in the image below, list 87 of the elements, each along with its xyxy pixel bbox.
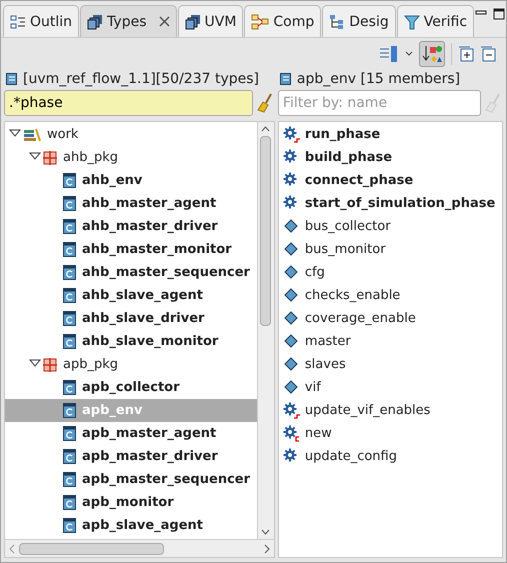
class-icon xyxy=(63,380,76,395)
gear-icon xyxy=(282,425,301,442)
document-icon xyxy=(6,73,17,85)
scroll-down-icon[interactable] xyxy=(260,527,272,537)
member-item[interactable]: build_phase xyxy=(278,146,502,169)
tree-item[interactable]: apb_master_agent xyxy=(5,422,257,445)
member-item[interactable]: slaves xyxy=(278,353,502,376)
tree-item[interactable]: apb_master_driver xyxy=(5,445,257,468)
sort-toggle-button[interactable] xyxy=(419,41,445,67)
tree-item[interactable]: ahb_env xyxy=(5,169,257,192)
minimize-icon[interactable] xyxy=(475,8,488,18)
maximize-icon[interactable] xyxy=(493,8,506,20)
document-icon xyxy=(280,73,291,85)
member-item[interactable]: run_phase xyxy=(278,123,502,146)
class-icon xyxy=(63,518,76,533)
member-item[interactable]: update_vif_enables xyxy=(278,399,502,422)
books-icon xyxy=(23,128,41,142)
vertical-scrollbar[interactable] xyxy=(256,122,274,539)
tree-item[interactable]: ahb_master_agent xyxy=(5,192,257,215)
tree-item[interactable]: apb_monitor xyxy=(5,491,257,514)
stacked-squares-icon xyxy=(184,14,200,30)
layout-icon[interactable] xyxy=(379,45,399,63)
grid-icon xyxy=(43,358,57,372)
member-item[interactable]: checks_enable xyxy=(278,284,502,307)
member-item[interactable]: connect_phase xyxy=(278,169,502,192)
member-item[interactable]: bus_collector xyxy=(278,215,502,238)
class-icon xyxy=(63,173,76,188)
grid-icon xyxy=(43,150,57,164)
tree-item[interactable]: ahb_master_monitor xyxy=(5,238,257,261)
expand-all-icon[interactable] xyxy=(458,46,474,62)
member-item[interactable]: update_config xyxy=(278,445,502,468)
member-item[interactable]: new xyxy=(278,422,502,445)
stacked-squares-icon xyxy=(87,14,104,30)
tree-icon xyxy=(329,14,346,30)
hierarchy-icon xyxy=(251,14,270,30)
gear-icon xyxy=(282,402,301,419)
class-icon xyxy=(63,426,76,441)
tree-item[interactable]: apb_slave_agent xyxy=(5,514,257,537)
class-icon xyxy=(63,219,76,234)
member-item[interactable]: coverage_enable xyxy=(278,307,502,330)
tree-item[interactable]: ahb_slave_driver xyxy=(5,307,257,330)
member-item[interactable]: cfg xyxy=(278,261,502,284)
tree-item[interactable]: apb_pkg xyxy=(5,353,257,376)
class-icon xyxy=(63,472,76,487)
scroll-up-icon[interactable] xyxy=(260,124,272,134)
class-icon xyxy=(63,449,76,464)
tree-item[interactable]: work xyxy=(5,123,257,146)
class-icon xyxy=(63,403,76,418)
scroll-right-icon[interactable] xyxy=(262,542,272,554)
tree-item[interactable]: ahb_slave_agent xyxy=(5,284,257,307)
outline-icon xyxy=(10,14,26,30)
horizontal-scrollbar[interactable] xyxy=(5,539,274,557)
tree-item[interactable]: apb_master_sequencer xyxy=(5,468,257,491)
class-icon xyxy=(63,265,76,280)
class-icon xyxy=(63,288,76,303)
expanded-arrow-icon[interactable] xyxy=(29,151,41,161)
tree-item[interactable]: ahb_master_sequencer xyxy=(5,261,257,284)
class-icon xyxy=(63,242,76,257)
class-icon xyxy=(63,334,76,349)
member-item[interactable]: bus_monitor xyxy=(278,238,502,261)
member-filter-field[interactable]: Filter by: name xyxy=(278,90,481,116)
members-header: apb_env [15 members] xyxy=(296,71,460,87)
class-icon xyxy=(63,495,76,510)
view-tab[interactable]: Desig xyxy=(322,5,396,37)
expanded-arrow-icon[interactable] xyxy=(9,128,21,138)
types-header: [uvm_ref_flow_1.1][50/237 types] xyxy=(23,71,260,87)
collapse-all-icon[interactable] xyxy=(480,46,496,62)
type-filter-field[interactable]: .*phase xyxy=(4,90,253,116)
expanded-arrow-icon[interactable] xyxy=(29,358,41,368)
member-item[interactable]: vif xyxy=(278,376,502,399)
gear-icon xyxy=(282,126,301,143)
tree-item[interactable]: ahb_slave_monitor xyxy=(5,330,257,353)
close-icon[interactable] xyxy=(158,16,170,27)
view-tab[interactable]: Types xyxy=(80,5,176,37)
dropdown-caret-icon[interactable] xyxy=(405,51,413,57)
tree-item[interactable]: ahb_pkg xyxy=(5,146,257,169)
tree-item[interactable]: ahb_master_driver xyxy=(5,215,257,238)
view-tab[interactable]: UVM xyxy=(178,5,244,37)
member-item[interactable]: start_of_simulation_phase xyxy=(278,192,502,215)
member-item[interactable]: master xyxy=(278,330,502,353)
tree-item[interactable]: apb_collector xyxy=(5,376,257,399)
class-icon xyxy=(63,311,76,326)
view-tab[interactable]: Verific xyxy=(396,5,474,37)
view-tab[interactable]: Comp xyxy=(244,5,322,37)
class-icon xyxy=(63,196,76,211)
view-tab[interactable]: Outlin xyxy=(3,5,80,37)
funnel-icon xyxy=(404,14,420,30)
